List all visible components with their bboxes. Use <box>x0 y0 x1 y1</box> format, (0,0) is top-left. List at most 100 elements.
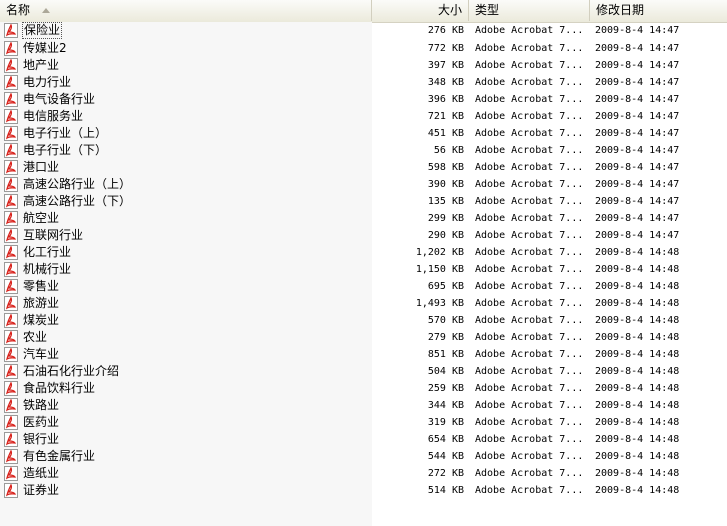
file-row[interactable]: 石油石化行业介绍 504 KB Adobe Acrobat 7... 2009-8-4… <box>0 363 727 380</box>
file-name[interactable]: 机械行业 <box>23 261 71 278</box>
file-name[interactable]: 铁路业 <box>23 397 59 414</box>
file-row[interactable]: 化工行业 1,202 KB Adobe Acrobat 7... 2009-8-4 1… <box>0 244 727 261</box>
file-row[interactable]: 旅游业 1,493 KB Adobe Acrobat 7... 2009-8-4 14… <box>0 295 727 312</box>
pdf-file-icon <box>4 75 18 90</box>
modified-column-header[interactable]: 修改日期 <box>590 0 727 21</box>
file-row[interactable]: 食品饮料行业 259 KB Adobe Acrobat 7... 2009-8-4 1… <box>0 380 727 397</box>
file-name[interactable]: 互联网行业 <box>23 227 83 244</box>
file-name[interactable]: 农业 <box>23 329 47 346</box>
file-name[interactable]: 高速公路行业（上） <box>23 176 131 193</box>
file-row[interactable]: 电力行业 348 KB Adobe Acrobat 7... 2009-8-4 14:… <box>0 74 727 91</box>
file-size: 451 KB <box>427 128 464 139</box>
file-name[interactable]: 电气设备行业 <box>23 91 95 108</box>
file-row[interactable]: 互联网行业 290 KB Adobe Acrobat 7... 2009-8-4 14… <box>0 227 727 244</box>
file-name[interactable]: 电子行业（下） <box>23 142 107 159</box>
pdf-file-icon <box>4 279 18 294</box>
file-name[interactable]: 电子行业（上） <box>23 125 107 142</box>
name-column-header[interactable]: 名称 <box>0 0 372 21</box>
file-name[interactable]: 传媒业2 <box>23 40 67 57</box>
pdf-file-icon <box>4 126 18 141</box>
file-row[interactable]: 铁路业 344 KB Adobe Acrobat 7... 2009-8-4 14:4… <box>0 397 727 414</box>
file-modified-date: 2009-8-4 14:48 <box>595 264 680 275</box>
file-row[interactable]: 电气设备行业 396 KB Adobe Acrobat 7... 2009-8-4 1… <box>0 91 727 108</box>
file-type: Adobe Acrobat 7... <box>475 60 584 71</box>
file-list: 保险业 276 KB Adobe Acrobat 7... 2009-8-4 14:4… <box>0 22 727 499</box>
file-name[interactable]: 化工行业 <box>23 244 71 261</box>
file-row[interactable]: 汽车业 851 KB Adobe Acrobat 7... 2009-8-4 14:4… <box>0 346 727 363</box>
file-row[interactable]: 电信服务业 721 KB Adobe Acrobat 7... 2009-8-4 14… <box>0 108 727 125</box>
file-name[interactable]: 食品饮料行业 <box>23 380 95 397</box>
file-modified-date: 2009-8-4 14:48 <box>595 451 680 462</box>
file-modified-date: 2009-8-4 14:47 <box>595 111 680 122</box>
file-modified-date: 2009-8-4 14:47 <box>595 60 680 71</box>
file-modified-date: 2009-8-4 14:48 <box>595 332 680 343</box>
pdf-file-icon <box>4 58 18 73</box>
pdf-file-icon <box>4 262 18 277</box>
file-name[interactable]: 银行业 <box>23 431 59 448</box>
file-modified-date: 2009-8-4 14:47 <box>595 94 680 105</box>
file-row[interactable]: 银行业 654 KB Adobe Acrobat 7... 2009-8-4 14:4… <box>0 431 727 448</box>
pdf-file-icon <box>4 194 18 209</box>
file-row[interactable]: 医药业 319 KB Adobe Acrobat 7... 2009-8-4 14:4… <box>0 414 727 431</box>
pdf-file-icon <box>4 228 18 243</box>
file-modified-date: 2009-8-4 14:47 <box>595 77 680 88</box>
file-name[interactable]: 煤炭业 <box>23 312 59 329</box>
file-row[interactable]: 保险业 276 KB Adobe Acrobat 7... 2009-8-4 14:4… <box>0 22 727 40</box>
file-row[interactable]: 地产业 397 KB Adobe Acrobat 7... 2009-8-4 14:4… <box>0 57 727 74</box>
file-size: 348 KB <box>427 77 464 88</box>
file-name[interactable]: 地产业 <box>23 57 59 74</box>
file-type: Adobe Acrobat 7... <box>475 485 584 496</box>
file-size: 299 KB <box>427 213 464 224</box>
file-size: 319 KB <box>427 417 464 428</box>
file-row[interactable]: 港口业 598 KB Adobe Acrobat 7... 2009-8-4 14:4… <box>0 159 727 176</box>
file-row[interactable]: 高速公路行业（上） 390 KB Adobe Acrobat 7... 2009-8-… <box>0 176 727 193</box>
file-row[interactable]: 传媒业2 772 KB Adobe Acrobat 7... 2009-8-4 14:… <box>0 40 727 57</box>
file-type: Adobe Acrobat 7... <box>475 417 584 428</box>
file-size: 279 KB <box>427 332 464 343</box>
file-name[interactable]: 港口业 <box>23 159 59 176</box>
file-row[interactable]: 证券业 514 KB Adobe Acrobat 7... 2009-8-4 14:4… <box>0 482 727 499</box>
file-modified-date: 2009-8-4 14:48 <box>595 468 680 479</box>
file-name[interactable]: 证券业 <box>23 482 59 499</box>
file-name[interactable]: 石油石化行业介绍 <box>23 363 119 380</box>
file-name[interactable]: 零售业 <box>23 278 59 295</box>
pdf-file-icon <box>4 92 18 107</box>
type-column-header[interactable]: 类型 <box>469 0 590 21</box>
file-name[interactable]: 电力行业 <box>23 74 71 91</box>
file-row[interactable]: 机械行业 1,150 KB Adobe Acrobat 7... 2009-8-4 1… <box>0 261 727 278</box>
file-row[interactable]: 有色金属行业 544 KB Adobe Acrobat 7... 2009-8-4 1… <box>0 448 727 465</box>
file-modified-date: 2009-8-4 14:48 <box>595 383 680 394</box>
file-modified-date: 2009-8-4 14:47 <box>595 43 680 54</box>
file-row[interactable]: 农业 279 KB Adobe Acrobat 7... 2009-8-4 14:48 <box>0 329 727 346</box>
file-row[interactable]: 零售业 695 KB Adobe Acrobat 7... 2009-8-4 14:4… <box>0 278 727 295</box>
file-size: 851 KB <box>427 349 464 360</box>
file-name[interactable]: 航空业 <box>23 210 59 227</box>
file-name[interactable]: 电信服务业 <box>23 108 83 125</box>
file-name[interactable]: 造纸业 <box>23 465 59 482</box>
file-name[interactable]: 汽车业 <box>23 346 59 363</box>
file-name[interactable]: 旅游业 <box>23 295 59 312</box>
file-row[interactable]: 造纸业 272 KB Adobe Acrobat 7... 2009-8-4 14:4… <box>0 465 727 482</box>
file-type: Adobe Acrobat 7... <box>475 468 584 479</box>
file-row[interactable]: 航空业 299 KB Adobe Acrobat 7... 2009-8-4 14:4… <box>0 210 727 227</box>
file-row[interactable]: 电子行业（上） 451 KB Adobe Acrobat 7... 2009-8-4 … <box>0 125 727 142</box>
file-name[interactable]: 保险业 <box>22 22 63 39</box>
size-column-header[interactable]: 大小 <box>372 0 469 21</box>
pdf-file-icon <box>4 177 18 192</box>
file-row[interactable]: 高速公路行业（下） 135 KB Adobe Acrobat 7... 2009-8-… <box>0 193 727 210</box>
file-size: 1,202 KB <box>415 247 464 258</box>
pdf-file-icon <box>4 330 18 345</box>
file-type: Adobe Acrobat 7... <box>475 94 584 105</box>
file-type: Adobe Acrobat 7... <box>475 128 584 139</box>
file-name[interactable]: 高速公路行业（下） <box>23 193 131 210</box>
file-modified-date: 2009-8-4 14:48 <box>595 349 680 360</box>
type-column-label: 类型 <box>475 3 500 17</box>
file-row[interactable]: 煤炭业 570 KB Adobe Acrobat 7... 2009-8-4 14:4… <box>0 312 727 329</box>
file-name[interactable]: 有色金属行业 <box>23 448 95 465</box>
pdf-file-icon <box>4 23 18 38</box>
file-modified-date: 2009-8-4 14:48 <box>595 247 680 258</box>
file-row[interactable]: 电子行业（下） 56 KB Adobe Acrobat 7... 2009-8-4 1… <box>0 142 727 159</box>
file-size: 276 KB <box>427 25 464 36</box>
modified-column-label: 修改日期 <box>596 3 645 17</box>
file-name[interactable]: 医药业 <box>23 414 59 431</box>
